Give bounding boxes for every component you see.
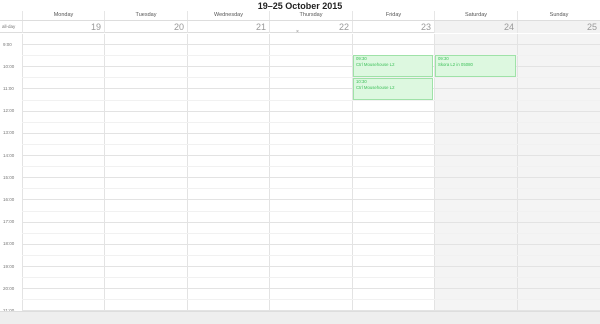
day-number-24[interactable]: 24 — [434, 21, 517, 33]
half-hour-line — [22, 277, 600, 279]
day-number-19[interactable]: 19 — [22, 21, 104, 33]
day-name-sunday: Sunday — [517, 11, 600, 20]
half-hour-line — [22, 232, 600, 234]
day-name-monday: Monday — [22, 11, 104, 20]
hour-label: 13:00 — [3, 130, 15, 136]
hour-label: 14:00 — [3, 152, 15, 158]
hour-line — [22, 110, 600, 112]
day-name-row: Monday Tuesday Wednesday Thursday Friday… — [22, 11, 600, 20]
hour-label: 15:00 — [3, 174, 15, 180]
day-number-21[interactable]: 21 — [187, 21, 269, 33]
scroll-footer — [0, 311, 600, 324]
hour-label: 16:00 — [3, 196, 15, 202]
hour-line — [22, 243, 600, 245]
hour-line — [22, 132, 600, 134]
hour-label: 9:00 — [3, 41, 12, 47]
event-title: Ctrl Mousehouse L2 — [356, 62, 395, 67]
hour-line — [22, 177, 600, 179]
day-name-thursday: Thursday — [269, 11, 352, 20]
half-hour-line — [22, 166, 600, 168]
day-number-23[interactable]: 23 — [352, 21, 434, 33]
time-grid[interactable]: 9:00 10:00 11:00 12:00 13:00 14:00 15:00 16:00 1… — [0, 34, 600, 324]
day-number-row: all-day 19 20 21 22 23 24 25 × — [0, 20, 600, 35]
half-hour-line — [22, 299, 600, 301]
hour-line — [22, 221, 600, 223]
half-hour-line — [22, 188, 600, 190]
hour-line — [22, 155, 600, 156]
hour-line — [22, 288, 600, 290]
half-hour-line — [22, 254, 600, 256]
all-day-label: all-day — [2, 24, 16, 29]
day-number-20[interactable]: 20 — [104, 21, 187, 33]
calendar-event[interactable]: 10:30 Ctrl Mousehouse L2 — [353, 78, 433, 100]
hour-line — [22, 266, 600, 267]
hour-label: 12:00 — [3, 108, 15, 114]
day-name-wednesday: Wednesday — [187, 11, 269, 20]
calendar-event[interactable]: 09:30 Skora L2 in 05080 — [435, 55, 516, 77]
half-hour-line — [22, 99, 600, 101]
hour-line — [22, 199, 600, 201]
day-number-25[interactable]: 25 — [517, 21, 600, 33]
day-name-friday: Friday — [352, 11, 434, 20]
hour-label: 17:00 — [3, 219, 15, 225]
hour-line — [22, 88, 600, 90]
half-hour-line — [22, 210, 600, 212]
hour-label: 19:00 — [3, 263, 15, 269]
hour-label: 20:00 — [3, 285, 15, 291]
day-name-tuesday: Tuesday — [104, 11, 187, 20]
hour-label: 18:00 — [3, 241, 15, 247]
hour-line — [22, 44, 600, 45]
half-hour-line — [22, 143, 600, 145]
half-hour-line — [22, 77, 600, 79]
hour-label: 11:00 — [3, 85, 14, 91]
event-title: Ctrl Mousehouse L2 — [356, 85, 395, 90]
event-title: Skora L2 in 05080 — [438, 62, 473, 67]
hour-label: 10:00 — [3, 63, 15, 69]
day-name-saturday: Saturday — [434, 11, 517, 20]
half-hour-line — [22, 121, 600, 123]
day-number-22[interactable]: 22 — [269, 21, 352, 33]
calendar-event[interactable]: 09:30 Ctrl Mousehouse L2 — [353, 55, 433, 77]
